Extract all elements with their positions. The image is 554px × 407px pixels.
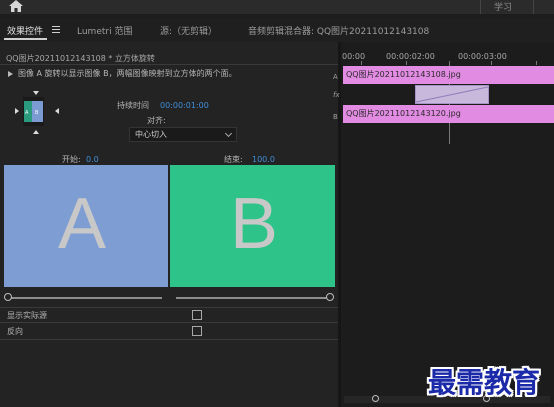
play-preview-icon[interactable] [8, 70, 13, 77]
transition-clip[interactable] [415, 85, 489, 104]
workspace-bar: 学习 [0, 0, 554, 14]
transition-description: 图像 A 旋转以显示图像 B，两幅图像映射到立方体的两个面。 [8, 68, 237, 79]
preview-b-panel: B [170, 165, 335, 287]
ruler-tick [406, 61, 407, 65]
duration-value[interactable]: 00:00:01:00 [160, 101, 209, 110]
alignment-select[interactable]: 中心切入 [129, 127, 237, 142]
show-actual-sources-checkbox[interactable] [192, 310, 202, 320]
ruler-tick [491, 61, 492, 65]
chevron-down-icon [224, 129, 233, 138]
clip-b[interactable]: QQ图片20211012143120.jpg [343, 105, 554, 123]
tab-effect-controls[interactable]: 效果控件 [7, 24, 43, 37]
start-label: 开始: [62, 155, 81, 164]
end-value[interactable]: 100.0 [252, 155, 275, 164]
tab-lumetri-scopes[interactable]: Lumetri 范围 [77, 24, 132, 37]
start-slider-knob[interactable] [4, 293, 12, 301]
track-header-fx: fx [333, 91, 340, 99]
edge-selector-bottom-icon[interactable] [33, 130, 39, 134]
edge-selector-left-icon[interactable] [15, 108, 19, 114]
edge-selector-right-icon[interactable] [55, 108, 59, 114]
transition-thumbnail: A B [23, 97, 44, 126]
ruler-label: 00:00:03:00 [458, 52, 507, 61]
panel-menu-icon[interactable] [52, 26, 60, 33]
description-text: 图像 A 旋转以显示图像 B，两幅图像映射到立方体的两个面。 [18, 69, 237, 78]
tab-audio-clip-mixer[interactable]: 音频剪辑混合器: QQ图片20211012143108 [248, 24, 429, 37]
duration-label: 持续时间 [117, 101, 149, 110]
effect-timeline-panel: 00:00 00:00:02:00 00:00:03:00 A QQ图片2021… [333, 42, 554, 407]
thumbnail-b-letter: B [35, 110, 39, 116]
alignment-selected-value: 中心切入 [135, 130, 167, 139]
clip-transition-title: QQ图片20211012143108 * 立方体旋转 [6, 54, 155, 63]
workspace-separator [533, 0, 534, 14]
workspace-learn[interactable]: 学习 [494, 0, 512, 13]
start-value[interactable]: 0.0 [86, 155, 99, 164]
divider [0, 339, 338, 340]
divider [0, 64, 338, 65]
ruler-label: 00:00:02:00 [386, 52, 435, 61]
clip-a[interactable]: QQ图片20211012143108.jpg [343, 66, 554, 84]
active-tab-underline [4, 38, 47, 40]
edge-selector-top-icon[interactable] [33, 91, 39, 95]
clip-b-name: QQ图片20211012143120.jpg [346, 109, 461, 118]
effect-controls-panel: QQ图片20211012143108 * 立方体旋转 图像 A 旋转以显示图像 … [0, 42, 338, 407]
alignment-label: 对齐: [147, 116, 166, 125]
preview-b-letter: B [230, 184, 279, 264]
home-icon[interactable] [9, 0, 23, 12]
watermark-text: 最需教育 [428, 366, 541, 399]
end-slider-track[interactable] [176, 297, 328, 299]
transition-ramp-icon [415, 86, 489, 103]
thumbnail-a-letter: A [25, 110, 29, 116]
reverse-label: 反向 [7, 327, 23, 336]
workspace-separator [480, 0, 481, 14]
track-header-b: B [333, 113, 338, 121]
reverse-checkbox[interactable] [192, 326, 202, 336]
start-slider-track[interactable] [10, 297, 162, 299]
ruler-tick [361, 61, 362, 65]
ruler-tick [536, 61, 537, 65]
show-actual-sources-label: 显示实际源 [7, 311, 47, 320]
divider [0, 322, 338, 323]
clip-a-name: QQ图片20211012143108.jpg [346, 70, 461, 79]
preview-a-letter: A [58, 184, 107, 264]
divider [0, 307, 338, 308]
end-label: 结束: [224, 155, 243, 164]
scrollbar-handle-left[interactable] [372, 395, 379, 402]
ruler-label: 00:00 [342, 52, 366, 61]
tab-source[interactable]: 源:（无剪辑） [160, 24, 217, 37]
end-slider-knob[interactable] [326, 293, 334, 301]
track-header-a: A [333, 73, 338, 81]
panel-tab-bar: 效果控件 Lumetri 范围 源:（无剪辑） 音频剪辑混合器: QQ图片202… [0, 18, 554, 42]
preview-a-panel: A [4, 165, 168, 287]
